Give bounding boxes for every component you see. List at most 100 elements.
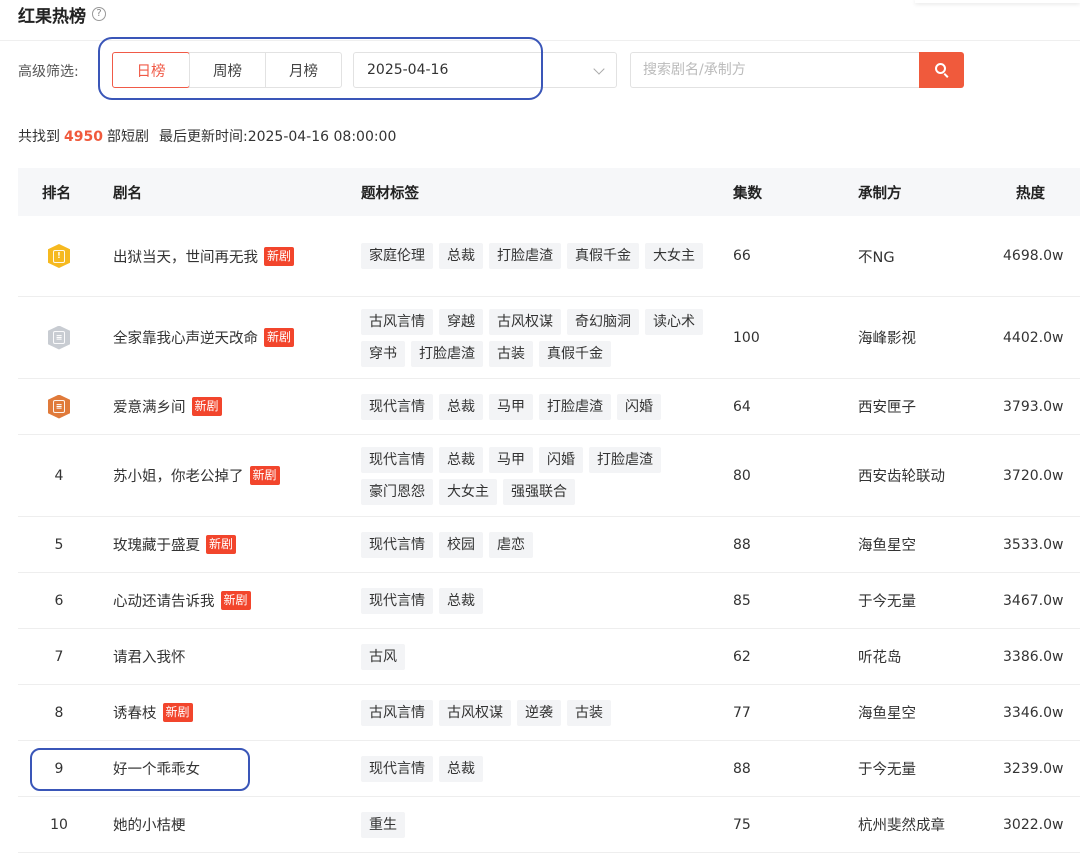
genre-tag[interactable]: 打脸虐渣 xyxy=(589,446,661,473)
heat-value: 4402.0w xyxy=(1003,329,1064,346)
drama-name-cell[interactable]: 好一个乖乖女 xyxy=(113,741,200,796)
genre-tag[interactable]: 真假千金 xyxy=(539,340,611,367)
genre-tag[interactable]: 古风言情 xyxy=(361,308,433,335)
rank-number: 6 xyxy=(54,592,64,609)
genre-tag[interactable]: 古风权谋 xyxy=(489,308,561,335)
rank-number: 8 xyxy=(54,704,64,721)
tab-weekly[interactable]: 周榜 xyxy=(189,52,266,88)
genre-tag[interactable]: 虐恋 xyxy=(489,531,533,558)
page-title-text: 红果热榜 xyxy=(18,6,86,27)
drama-name[interactable]: 出狱当天，世间再无我 xyxy=(113,246,258,267)
genre-tag[interactable]: 现代言情 xyxy=(361,446,433,473)
column-name: 剧名 xyxy=(113,185,142,202)
updated-label: 最后更新时间: xyxy=(158,129,248,145)
genre-tag[interactable]: 古装 xyxy=(489,340,533,367)
genre-tag[interactable]: 穿书 xyxy=(361,340,405,367)
genre-tag[interactable]: 古风 xyxy=(361,643,405,670)
genre-tag[interactable]: 大女主 xyxy=(645,243,703,269)
genre-tag[interactable]: 总裁 xyxy=(439,243,483,269)
genre-tag[interactable]: 强强联合 xyxy=(503,478,575,505)
genre-tag[interactable]: 校园 xyxy=(439,531,483,558)
genre-tag[interactable]: 闪婚 xyxy=(617,393,661,420)
drama-name-cell[interactable]: 全家靠我心声逆天改命 新剧 xyxy=(113,297,295,378)
producer-name: 西安匣子 xyxy=(858,400,916,416)
genre-tag[interactable]: 现代言情 xyxy=(361,587,433,614)
genre-tag[interactable]: 穿越 xyxy=(439,308,483,335)
genre-tag[interactable]: 古风权谋 xyxy=(439,699,511,726)
tab-daily[interactable]: 日榜 xyxy=(112,52,190,88)
column-rank: 排名 xyxy=(42,185,71,202)
genre-tag[interactable]: 总裁 xyxy=(439,755,483,782)
rank-number: 10 xyxy=(50,816,68,833)
date-select[interactable]: 2025-04-16 xyxy=(353,52,617,88)
genre-tag[interactable]: 现代言情 xyxy=(361,393,433,420)
date-value: 2025-04-16 xyxy=(367,62,449,78)
table-row[interactable]: ≡ 爱意满乡间 新剧 现代言情 总裁 马甲 打脸虐渣 闪婚 64 西安匣子 3793.0w xyxy=(18,379,1080,435)
drama-name[interactable]: 玫瑰藏于盛夏 xyxy=(113,534,200,555)
table-row[interactable]: 5 玫瑰藏于盛夏 新剧 现代言情 校园 虐恋 88 海鱼星空 3533.0w xyxy=(18,517,1080,573)
rank-cell: 5 xyxy=(18,517,100,572)
rank-cell: 9 xyxy=(18,741,100,796)
drama-name-cell[interactable]: 心动还请告诉我 新剧 xyxy=(113,573,251,628)
help-icon[interactable]: ? xyxy=(92,7,106,21)
table-row[interactable]: 9 好一个乖乖女 现代言情 总裁 88 于今无量 3239.0w xyxy=(18,741,1080,797)
new-badge: 新剧 xyxy=(162,703,193,722)
genre-tag[interactable]: 闪婚 xyxy=(539,446,583,473)
drama-name[interactable]: 苏小姐，你老公掉了 xyxy=(113,465,244,486)
search-icon xyxy=(934,62,950,78)
producer-name: 西安齿轮联动 xyxy=(858,469,945,485)
search-button[interactable] xyxy=(919,52,964,88)
rank-number: 9 xyxy=(54,760,64,777)
genre-tag[interactable]: 读心术 xyxy=(645,308,703,335)
genre-tag[interactable]: 古风言情 xyxy=(361,699,433,726)
genre-tag[interactable]: 古装 xyxy=(567,699,611,726)
drama-name-cell[interactable]: 出狱当天，世间再无我 新剧 xyxy=(113,216,295,296)
genre-tag[interactable]: 打脸虐渣 xyxy=(489,243,561,269)
genre-tag[interactable]: 总裁 xyxy=(439,587,483,614)
table-row[interactable]: 4 苏小姐，你老公掉了 新剧 现代言情 总裁 马甲 闪婚 打脸虐渣 豪门恩怨 大女主 强强联合 80 西… xyxy=(18,435,1080,517)
genre-tag[interactable]: 逆袭 xyxy=(517,699,561,726)
genre-tag[interactable]: 打脸虐渣 xyxy=(539,393,611,420)
genre-tag[interactable]: 总裁 xyxy=(439,446,483,473)
producer-name: 杭州斐然成章 xyxy=(858,818,945,834)
drama-name-cell[interactable]: 诱春枝 新剧 xyxy=(113,685,193,740)
drama-name-cell[interactable]: 苏小姐，你老公掉了 新剧 xyxy=(113,435,280,516)
new-badge: 新剧 xyxy=(264,328,295,347)
genre-tag[interactable]: 真假千金 xyxy=(567,243,639,269)
drama-name[interactable]: 全家靠我心声逆天改命 xyxy=(113,327,258,348)
table-row[interactable]: ≡ 全家靠我心声逆天改命 新剧 古风言情 穿越 古风权谋 奇幻脑洞 读心术 穿书 打脸虐渣 古装 真假… xyxy=(18,297,1080,379)
genre-tag[interactable]: 奇幻脑洞 xyxy=(567,308,639,335)
result-summary: 共找到 4950 部短剧 最后更新时间:2025-04-16 08:00:00 xyxy=(18,126,396,146)
drama-name[interactable]: 好一个乖乖女 xyxy=(113,758,200,779)
drama-name-cell[interactable]: 玫瑰藏于盛夏 新剧 xyxy=(113,517,237,572)
genre-tag[interactable]: 打脸虐渣 xyxy=(411,340,483,367)
drama-name-cell[interactable]: 她的小桔梗 xyxy=(113,797,186,852)
drama-name-cell[interactable]: 爱意满乡间 新剧 xyxy=(113,379,222,434)
table-row[interactable]: ! 出狱当天，世间再无我 新剧 家庭伦理 总裁 打脸虐渣 真假千金 大女主 66 不NG 4698.… xyxy=(18,216,1080,297)
genre-tag[interactable]: 大女主 xyxy=(439,478,497,505)
genre-tag[interactable]: 家庭伦理 xyxy=(361,243,433,269)
summary-prefix: 共找到 xyxy=(18,129,60,145)
summary-suffix: 部短剧 xyxy=(106,129,149,145)
drama-name[interactable]: 诱春枝 xyxy=(113,702,157,723)
search-input[interactable] xyxy=(630,52,920,88)
table-row[interactable]: 8 诱春枝 新剧 古风言情 古风权谋 逆袭 古装 77 海鱼星空 3346.0w xyxy=(18,685,1080,741)
new-badge: 新剧 xyxy=(264,246,295,266)
drama-name[interactable]: 她的小桔梗 xyxy=(113,814,186,835)
genre-tag[interactable]: 马甲 xyxy=(489,393,533,420)
table-row[interactable]: 7 请君入我怀 古风 62 听花岛 3386.0w xyxy=(18,629,1080,685)
genre-tag[interactable]: 豪门恩怨 xyxy=(361,478,433,505)
genre-tag[interactable]: 现代言情 xyxy=(361,531,433,558)
drama-name[interactable]: 心动还请告诉我 xyxy=(113,590,215,611)
drama-name-cell[interactable]: 请君入我怀 xyxy=(113,629,186,684)
drama-name[interactable]: 爱意满乡间 xyxy=(113,396,186,417)
tab-monthly[interactable]: 月榜 xyxy=(265,52,342,88)
genre-tags: 现代言情 总裁 马甲 打脸虐渣 闪婚 xyxy=(361,379,716,434)
drama-name[interactable]: 请君入我怀 xyxy=(113,646,186,667)
table-row[interactable]: 6 心动还请告诉我 新剧 现代言情 总裁 85 于今无量 3467.0w xyxy=(18,573,1080,629)
genre-tag[interactable]: 现代言情 xyxy=(361,755,433,782)
genre-tag[interactable]: 重生 xyxy=(361,811,405,838)
table-row[interactable]: 10 她的小桔梗 重生 75 杭州斐然成章 3022.0w xyxy=(18,797,1080,853)
genre-tag[interactable]: 马甲 xyxy=(489,446,533,473)
genre-tag[interactable]: 总裁 xyxy=(439,393,483,420)
